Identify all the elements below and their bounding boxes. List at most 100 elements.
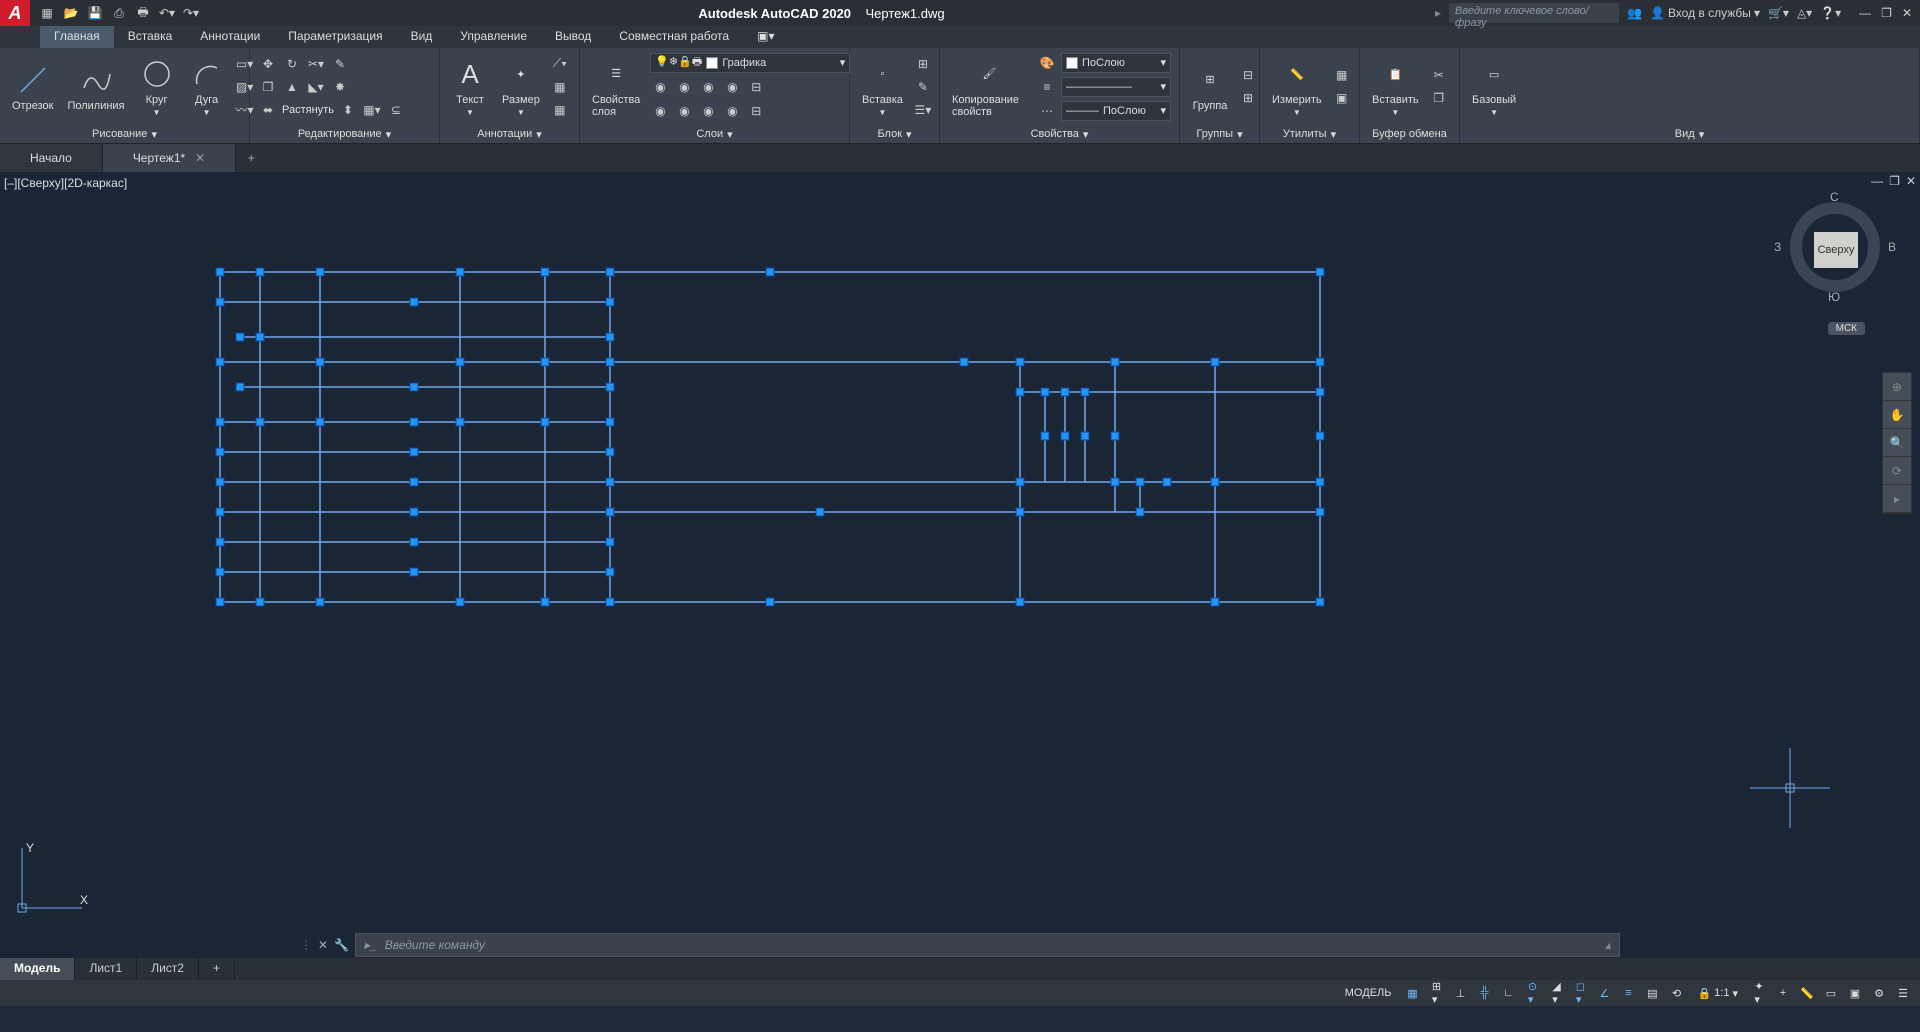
edit-attr-icon[interactable]: ☰▾ <box>913 100 933 120</box>
layout2-tab[interactable]: Лист2 <box>137 958 199 980</box>
navigation-bar[interactable]: ⊕ ✋ 🔍 ⟳ ▸ <box>1882 372 1912 514</box>
dynamic-input-toggle[interactable]: ╬ <box>1475 984 1493 1002</box>
dimension-button[interactable]: ✦Размер▼ <box>498 56 544 117</box>
infocenter-icon[interactable]: 👥 <box>1627 6 1642 20</box>
array-icon[interactable]: ▦▾ <box>362 100 382 120</box>
polar-toggle[interactable]: ⊙ ▾ <box>1523 984 1541 1002</box>
linetype-icon[interactable]: ⋯ <box>1037 101 1057 121</box>
color-dropdown[interactable]: ПоСлою▾ <box>1061 53 1171 73</box>
offset-icon[interactable]: ⊆ <box>386 100 406 120</box>
workspace-icon[interactable]: ✦ ▾ <box>1750 984 1768 1002</box>
cmd-customize-icon[interactable]: 🔧 <box>334 938 349 952</box>
cleanscreen-icon[interactable]: ☰ <box>1894 984 1912 1002</box>
save-icon[interactable]: 💾 <box>86 4 104 22</box>
close-tab-icon[interactable]: ✕ <box>195 151 205 165</box>
showmotion-icon[interactable]: ▸ <box>1883 485 1911 513</box>
help-icon[interactable]: ❔▾ <box>1820 6 1841 20</box>
ucs-icon[interactable]: X Y <box>12 838 92 918</box>
layer-props-button[interactable]: ☰Свойства слоя <box>588 56 644 118</box>
insert-block-button[interactable]: ▫Вставка▼ <box>858 56 907 117</box>
cmd-handle-icon[interactable]: ⋮ <box>300 938 312 952</box>
lineweight-dropdown[interactable]: ——————▾ <box>1061 77 1171 97</box>
layout1-tab[interactable]: Лист1 <box>75 958 137 980</box>
panel-annot-title[interactable]: Аннотации ▾ <box>440 125 579 143</box>
iso-toggle[interactable]: ◢ ▾ <box>1547 984 1565 1002</box>
command-input[interactable]: ▸_ Введите команду ▴ <box>355 933 1620 957</box>
move-icon[interactable]: ✥ <box>258 54 278 74</box>
cmd-close-icon[interactable]: ✕ <box>318 938 328 952</box>
tab-collab[interactable]: Совместная работа <box>605 26 743 48</box>
isolate-icon[interactable]: ▣ <box>1846 984 1864 1002</box>
search-input[interactable]: Введите ключевое слово/фразу <box>1449 3 1619 23</box>
erase-icon[interactable]: ✎ <box>330 54 350 74</box>
match-props-button[interactable]: 🖌Копирование свойств <box>948 56 1031 118</box>
panel-groups-title[interactable]: Группы ▾ <box>1180 125 1259 143</box>
app-logo[interactable]: A <box>0 0 30 26</box>
viewcube[interactable]: Сверху С Ю З В <box>1780 192 1890 302</box>
zoom-icon[interactable]: 🔍 <box>1883 429 1911 457</box>
minimize-button[interactable]: — <box>1859 6 1871 20</box>
cycling-toggle[interactable]: ⟲ <box>1667 984 1685 1002</box>
rotate-icon[interactable]: ↻ <box>282 54 302 74</box>
panel-modify-title[interactable]: Редактирование ▾ <box>250 125 439 143</box>
linetype-dropdown[interactable]: ———ПоСлою▾ <box>1061 101 1171 121</box>
trim-icon[interactable]: ✂▾ <box>306 54 326 74</box>
line-button[interactable]: Отрезок <box>8 62 57 112</box>
panel-draw-title[interactable]: Рисование ▾ <box>0 125 249 143</box>
explode-icon[interactable]: ✸ <box>330 77 350 97</box>
viewcube-top-face[interactable]: Сверху <box>1814 232 1858 268</box>
scale-icon[interactable]: ⬍ <box>338 100 358 120</box>
orbit-icon[interactable]: ⟳ <box>1883 457 1911 485</box>
layer-off-icon[interactable]: ◉ <box>650 77 670 97</box>
a360-icon[interactable]: ◬▾ <box>1797 6 1812 20</box>
cloud-icon[interactable]: ▦ <box>550 100 570 120</box>
hardware-accel-icon[interactable]: ⚙ <box>1870 984 1888 1002</box>
paste-button[interactable]: 📋Вставить▼ <box>1368 56 1423 117</box>
panel-props-title[interactable]: Свойства ▾ <box>940 125 1179 143</box>
transparency-toggle[interactable]: ▤ <box>1643 984 1661 1002</box>
panel-view-title[interactable]: Вид ▾ <box>1460 125 1919 143</box>
model-tab[interactable]: Модель <box>0 958 75 980</box>
lineweight-icon[interactable]: ≡ <box>1037 77 1057 97</box>
mirror-icon[interactable]: ▲ <box>282 77 302 97</box>
add-layout-button[interactable]: + <box>199 958 235 980</box>
fullnav-icon[interactable]: ⊕ <box>1883 373 1911 401</box>
drawing-canvas[interactable] <box>0 172 1920 958</box>
tab-home[interactable]: Главная <box>40 26 114 48</box>
close-button[interactable]: ✕ <box>1902 6 1912 20</box>
osnap-toggle[interactable]: ◻ ▾ <box>1571 984 1589 1002</box>
ortho-toggle[interactable]: ∟ <box>1499 984 1517 1002</box>
copy-icon[interactable]: ❐ <box>258 77 278 97</box>
wcs-badge[interactable]: МСК <box>1828 322 1865 335</box>
text-button[interactable]: AТекст▼ <box>448 56 492 117</box>
tab-view[interactable]: Вид <box>397 26 447 48</box>
panel-block-title[interactable]: Блок ▾ <box>850 125 939 143</box>
tab-manage[interactable]: Управление <box>446 26 541 48</box>
panel-layers-title[interactable]: Слои ▾ <box>580 125 849 143</box>
tab-insert[interactable]: Вставка <box>114 26 187 48</box>
model-space-toggle[interactable]: МОДЕЛЬ <box>1339 985 1398 1001</box>
color-wheel-icon[interactable]: 🎨 <box>1037 53 1057 73</box>
leader-icon[interactable]: ⟋▾ <box>550 54 570 74</box>
snap-toggle[interactable]: ⊞ ▾ <box>1427 984 1445 1002</box>
open-icon[interactable]: 📂 <box>62 4 80 22</box>
create-block-icon[interactable]: ⊞ <box>913 54 933 74</box>
saveas-icon[interactable]: ⎙ <box>110 4 128 22</box>
annotation-monitor-icon[interactable]: + <box>1774 984 1792 1002</box>
pan-icon[interactable]: ✋ <box>1883 401 1911 429</box>
account-menu[interactable]: 👤 Вход в службы ▾ <box>1650 6 1760 20</box>
drawing-tab[interactable]: Чертеж1*✕ <box>103 144 236 172</box>
base-view-button[interactable]: ▭Базовый▼ <box>1468 56 1520 117</box>
infer-toggle[interactable]: ⊥ <box>1451 984 1469 1002</box>
grid-toggle[interactable]: ▦ <box>1403 984 1421 1002</box>
tab-output[interactable]: Вывод <box>541 26 605 48</box>
stretch-icon[interactable]: ⬌ <box>258 100 278 120</box>
tab-annotate[interactable]: Аннотации <box>186 26 274 48</box>
start-tab[interactable]: Начало <box>0 144 103 172</box>
tab-parametric[interactable]: Параметризация <box>274 26 396 48</box>
redo-icon[interactable]: ↷▾ <box>182 4 200 22</box>
circle-button[interactable]: Круг▼ <box>135 56 179 117</box>
units-icon[interactable]: 📏 <box>1798 984 1816 1002</box>
edit-block-icon[interactable]: ✎ <box>913 77 933 97</box>
layer-dropdown[interactable]: 💡❄🔒🖶Графика▾ <box>650 53 850 73</box>
